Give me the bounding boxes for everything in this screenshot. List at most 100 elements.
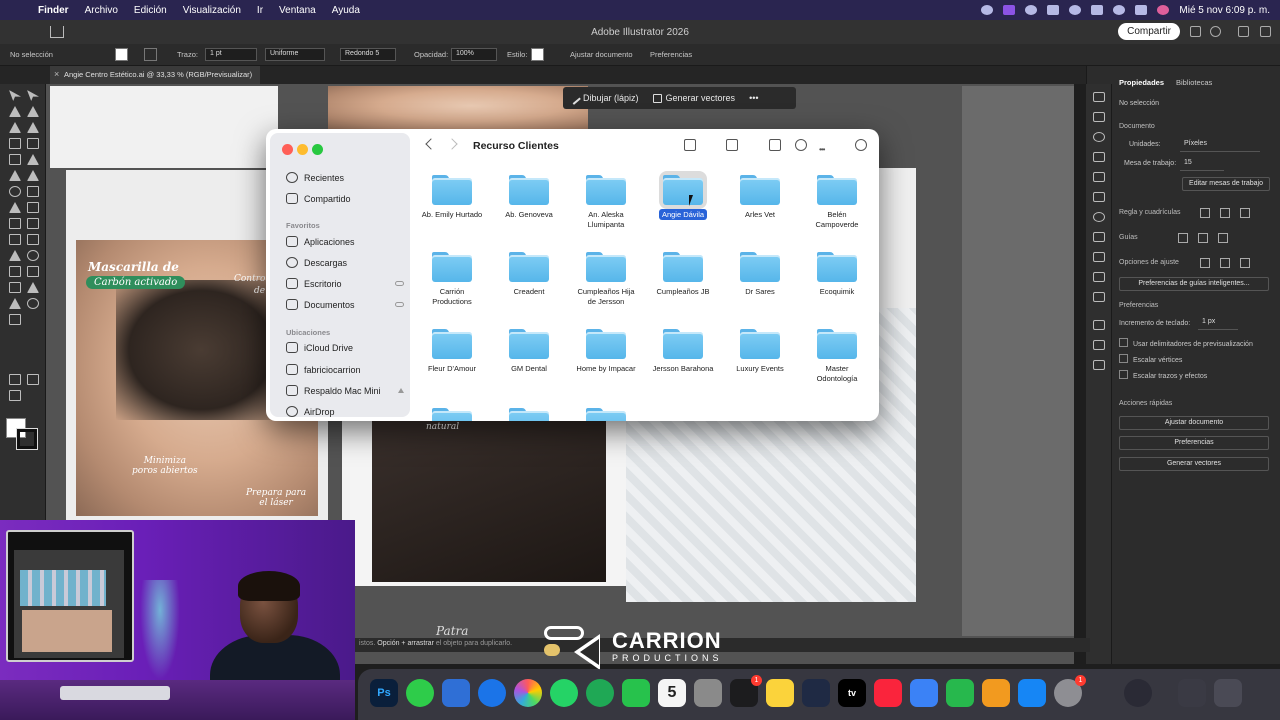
close-window-button[interactable] bbox=[282, 144, 293, 155]
menu-archivo[interactable]: Archivo bbox=[77, 5, 126, 16]
selection-tool-icon[interactable] bbox=[9, 90, 21, 101]
sidebar-item-airdrop[interactable]: AirDrop bbox=[286, 406, 404, 417]
folder-item[interactable]: Cumpleaños Hija de Jersson bbox=[568, 252, 644, 307]
dock-system-settings-icon[interactable]: 1 bbox=[1054, 675, 1086, 707]
draw-mode-icon[interactable] bbox=[9, 314, 21, 325]
rectangle-tool-icon[interactable] bbox=[9, 154, 21, 165]
sidebar-item-icloud-drive[interactable]: iCloud Drive bbox=[286, 342, 404, 353]
snap-pixel-icon[interactable] bbox=[1220, 258, 1230, 268]
zoom-tool-icon[interactable] bbox=[27, 298, 39, 309]
folder-item[interactable]: Arles Vet bbox=[722, 175, 798, 220]
pen-tool-icon[interactable] bbox=[9, 122, 21, 133]
folder-item[interactable]: Luxury Events bbox=[722, 329, 798, 374]
libraries-panel-icon[interactable] bbox=[1093, 112, 1105, 122]
folder-item-partial[interactable] bbox=[491, 408, 567, 421]
document-tab[interactable]: Angie Centro Estético.ai @ 33,33 % (RGB/… bbox=[50, 66, 261, 84]
folder-item[interactable]: Jersson Barahona bbox=[645, 329, 721, 374]
dock-whatsapp-business-icon[interactable] bbox=[586, 679, 614, 707]
sidebar-item-escritorio[interactable]: Escritorio bbox=[286, 278, 404, 289]
type-tool-icon[interactable] bbox=[9, 138, 21, 149]
dock-notes-icon[interactable] bbox=[766, 679, 794, 707]
menu-edicion[interactable]: Edición bbox=[126, 5, 175, 16]
minimize-window-button[interactable] bbox=[297, 144, 308, 155]
menu-visualizacion[interactable]: Visualización bbox=[175, 5, 249, 16]
stroke-panel-icon[interactable] bbox=[1093, 252, 1105, 262]
arrange-docs-icon[interactable] bbox=[1260, 26, 1271, 37]
keyboard-increment-input[interactable]: 1 px bbox=[1198, 318, 1238, 330]
sidebar-item-compartido[interactable]: Compartido bbox=[286, 193, 404, 204]
finder-window[interactable]: Recientes Compartido Favoritos Aplicacio… bbox=[266, 129, 879, 421]
preferences-button[interactable]: Preferencias bbox=[650, 50, 692, 59]
line-tool-icon[interactable] bbox=[27, 138, 39, 149]
siri-icon[interactable] bbox=[1157, 5, 1170, 15]
folder-item[interactable]: Ab. Genoveva bbox=[491, 175, 567, 220]
clear-guides-icon[interactable] bbox=[1218, 233, 1228, 243]
slice-tool-icon[interactable] bbox=[27, 282, 39, 293]
menubar-clock[interactable]: Mié 5 nov 6:09 p. m. bbox=[1179, 5, 1270, 16]
back-chevron-icon[interactable] bbox=[425, 138, 437, 150]
screen-mode-icon[interactable] bbox=[9, 390, 21, 401]
style-swatch[interactable] bbox=[531, 48, 544, 61]
folder-item[interactable]: Creadent bbox=[491, 252, 567, 297]
folder-item-partial[interactable] bbox=[568, 408, 644, 421]
fill-swatch[interactable] bbox=[115, 48, 128, 61]
symbols-panel-icon[interactable] bbox=[1093, 192, 1105, 202]
color-mode-icon[interactable] bbox=[9, 374, 21, 385]
dock-facetime-icon[interactable] bbox=[622, 679, 650, 707]
magic-wand-tool-icon[interactable] bbox=[9, 106, 21, 117]
shape-builder-tool-icon[interactable] bbox=[9, 218, 21, 229]
dock-photos-icon[interactable] bbox=[514, 679, 542, 707]
sidebar-item-recientes[interactable]: Recientes bbox=[286, 172, 404, 183]
curvature-tool-icon[interactable] bbox=[27, 122, 39, 133]
more-actions-icon[interactable] bbox=[819, 139, 831, 151]
opacity-input[interactable]: 100% bbox=[451, 48, 497, 61]
dock-music-icon[interactable] bbox=[874, 679, 902, 707]
color-panel-icon[interactable] bbox=[1093, 132, 1105, 142]
dock-trash-icon[interactable] bbox=[1214, 679, 1242, 707]
direct-selection-tool-icon[interactable] bbox=[27, 90, 39, 101]
dock-screen-recorder-icon[interactable] bbox=[1124, 679, 1152, 707]
grid-icon[interactable] bbox=[1220, 208, 1230, 218]
group-by-icon[interactable] bbox=[726, 139, 738, 151]
width-tool-icon[interactable] bbox=[9, 202, 21, 213]
dock-messages-icon[interactable] bbox=[406, 679, 434, 707]
wifi-icon[interactable] bbox=[1091, 5, 1104, 15]
align-panel-icon[interactable] bbox=[1093, 232, 1105, 242]
eject-icon[interactable] bbox=[398, 388, 404, 393]
workspace-icon[interactable] bbox=[1238, 26, 1249, 37]
stroke-color-swatch[interactable] bbox=[16, 428, 38, 450]
sidebar-item-home[interactable]: fabriciocarrion bbox=[286, 364, 404, 375]
sidebar-item-descargas[interactable]: Descargas bbox=[286, 257, 404, 268]
more-options-button[interactable]: ••• bbox=[742, 93, 765, 103]
dock-downloads-stack-icon[interactable] bbox=[1178, 679, 1206, 707]
folder-item[interactable]: Master Odontología bbox=[799, 329, 875, 384]
menu-ir[interactable]: Ir bbox=[249, 5, 271, 16]
forward-chevron-icon[interactable] bbox=[446, 138, 458, 150]
gradient-tool-icon[interactable] bbox=[27, 234, 39, 245]
gradient-panel-icon[interactable] bbox=[1093, 272, 1105, 282]
mesh-tool-icon[interactable] bbox=[9, 234, 21, 245]
artboard-select[interactable]: 15 bbox=[1180, 159, 1224, 171]
dock-photoshop-icon[interactable]: Ps bbox=[370, 679, 398, 707]
scale-tool-icon[interactable] bbox=[27, 186, 39, 197]
folder-item[interactable]: An. Aleska Llumipanta bbox=[568, 175, 644, 230]
share-button[interactable]: Compartir bbox=[1118, 23, 1180, 40]
view-grid-icon[interactable] bbox=[684, 139, 696, 151]
folder-item[interactable]: Dr Sares bbox=[722, 252, 798, 297]
share-icon[interactable] bbox=[769, 139, 781, 151]
tab-libraries[interactable]: Bibliotecas bbox=[1176, 78, 1212, 88]
tag-icon[interactable] bbox=[795, 139, 807, 151]
search-icon[interactable] bbox=[1113, 5, 1126, 15]
qa-preferences-button[interactable]: Preferencias bbox=[1119, 436, 1269, 450]
folder-item[interactable]: Carrión Productions bbox=[414, 252, 490, 307]
qa-fit-document-button[interactable]: Ajustar documento bbox=[1119, 416, 1269, 430]
search-icon[interactable] bbox=[1210, 26, 1221, 37]
layers-panel-icon[interactable] bbox=[1093, 320, 1105, 330]
zoom-window-button[interactable] bbox=[312, 144, 323, 155]
blend-tool-icon[interactable] bbox=[27, 250, 39, 261]
pen-share-icon[interactable] bbox=[1190, 26, 1201, 37]
artboards-panel-icon[interactable] bbox=[1093, 340, 1105, 350]
paintbrush-tool-icon[interactable] bbox=[27, 154, 39, 165]
fit-document-button[interactable]: Ajustar documento bbox=[570, 50, 633, 59]
control-center-icon[interactable] bbox=[1135, 5, 1148, 15]
